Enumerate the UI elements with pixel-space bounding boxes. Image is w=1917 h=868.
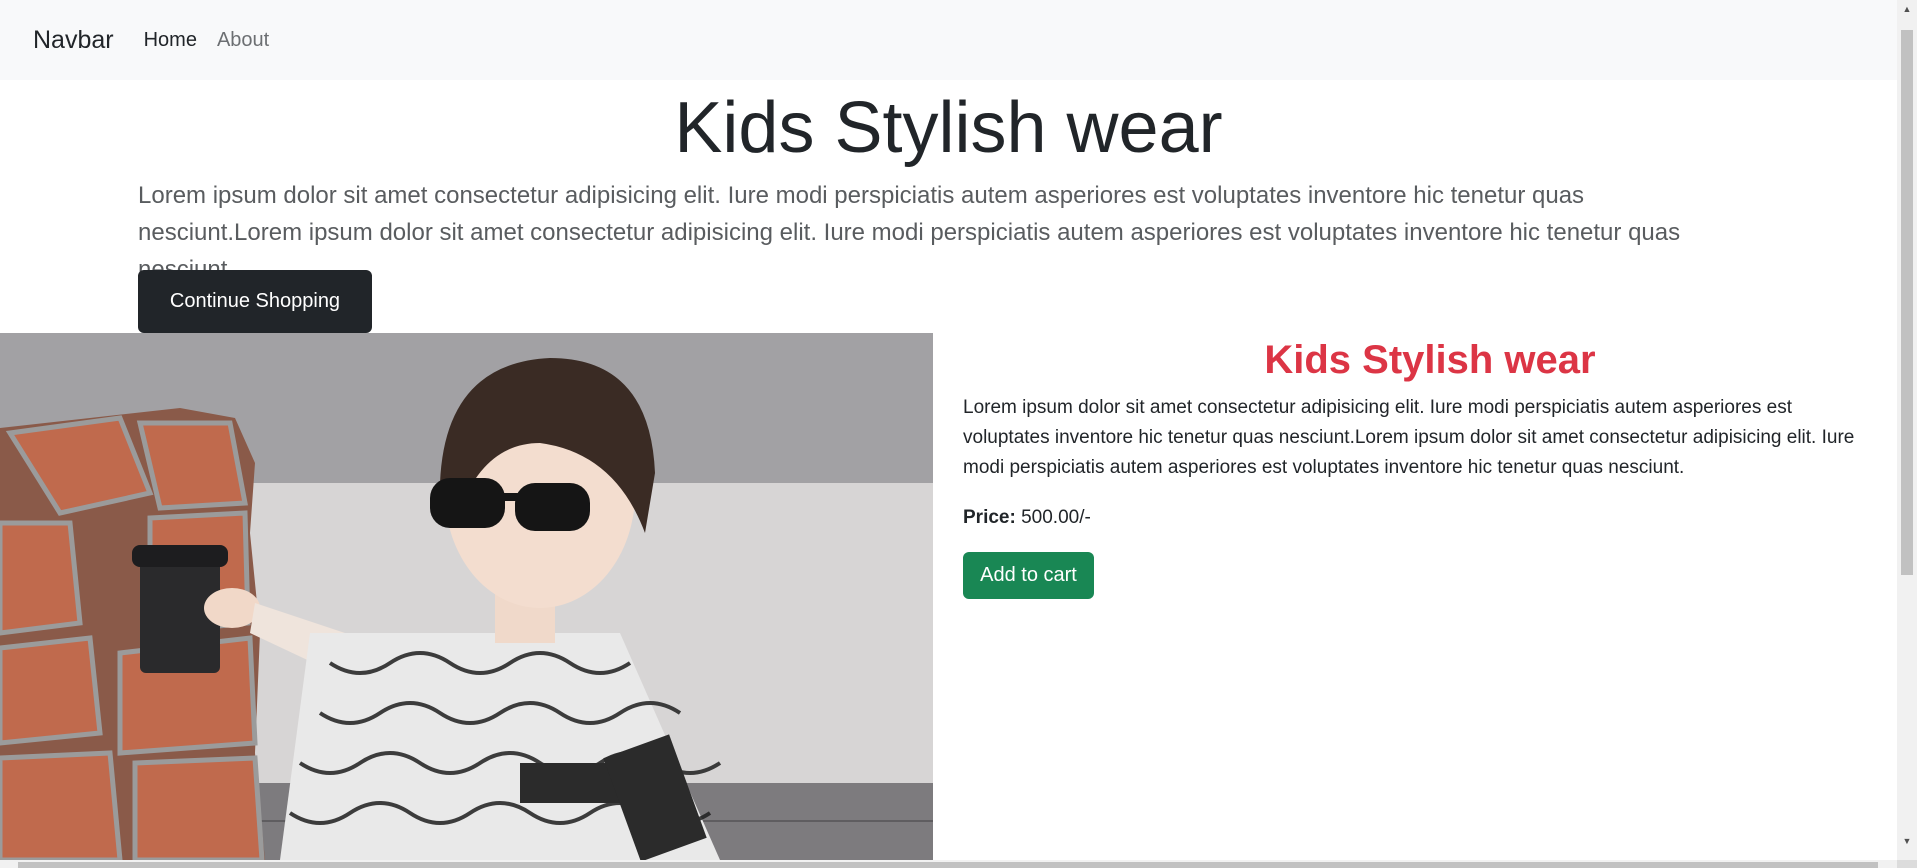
scroll-down-arrow-icon[interactable]: ▼ xyxy=(1897,832,1917,850)
scroll-up-arrow-icon[interactable]: ▲ xyxy=(1897,0,1917,18)
product-title: Kids Stylish wear xyxy=(1264,338,1596,382)
product-image xyxy=(0,333,933,860)
product-description: Lorem ipsum dolor sit amet consectetur a… xyxy=(963,397,1855,478)
price-row: Price: 500.00/- xyxy=(963,505,1091,531)
hero-title: Kids Stylish wear xyxy=(674,88,1223,168)
hero-description: Lorem ipsum dolor sit amet consectetur a… xyxy=(138,182,1681,283)
navbar: Navbar Home About xyxy=(0,0,1897,80)
horizontal-scrollbar[interactable] xyxy=(0,860,1897,868)
horizontal-scroll-thumb[interactable] xyxy=(18,862,1878,868)
scrollbar-corner xyxy=(1897,860,1917,868)
price-value: 500.00/- xyxy=(1021,507,1091,528)
vertical-scrollbar[interactable]: ▲ ▼ xyxy=(1897,0,1917,868)
nav-link-home[interactable]: Home xyxy=(144,29,197,52)
price-label: Price: xyxy=(963,507,1016,528)
continue-shopping-button[interactable]: Continue Shopping xyxy=(138,270,372,333)
navbar-brand[interactable]: Navbar xyxy=(33,26,114,55)
vertical-scroll-thumb[interactable] xyxy=(1901,30,1913,575)
add-to-cart-button[interactable]: Add to cart xyxy=(963,552,1094,599)
nav-link-about[interactable]: About xyxy=(217,29,269,52)
